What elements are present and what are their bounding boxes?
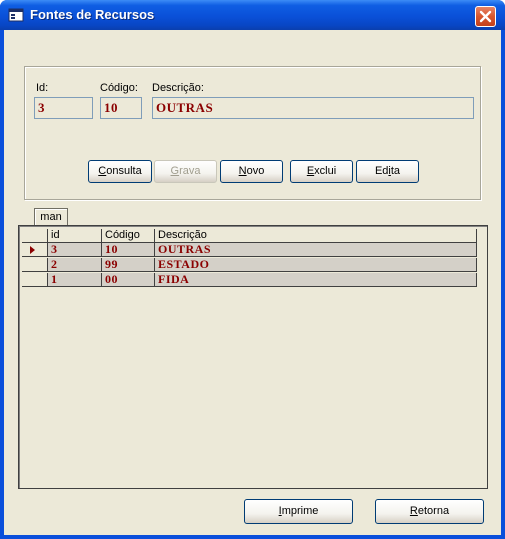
descricao-label: Descrição: — [152, 82, 204, 94]
cell-id[interactable]: 1 — [48, 273, 102, 287]
col-header-descricao[interactable]: Descrição — [155, 229, 477, 243]
form-icon — [8, 8, 24, 22]
cell-descricao[interactable]: OUTRAS — [155, 243, 477, 257]
id-label: Id: — [36, 82, 49, 94]
row-indicator — [22, 243, 48, 257]
cell-codigo[interactable]: 00 — [102, 273, 155, 287]
cell-id[interactable]: 3 — [48, 243, 102, 257]
novo-button[interactable]: Novo — [220, 160, 283, 183]
imprime-button[interactable]: Imprime — [244, 499, 353, 524]
window-title: Fontes de Recursos — [30, 7, 155, 22]
grava-button[interactable]: Grava — [154, 160, 217, 183]
client-area: Id: Código: Descrição: 3 10 OUTRAS Consu… — [4, 30, 501, 535]
close-icon — [479, 10, 492, 23]
row-indicator — [22, 273, 48, 287]
codigo-field[interactable]: 10 — [100, 97, 142, 119]
col-header-codigo[interactable]: Código — [102, 229, 155, 243]
cell-descricao[interactable]: ESTADO — [155, 258, 477, 272]
edita-button[interactable]: Edita — [356, 160, 419, 183]
exclui-button[interactable]: Exclui — [290, 160, 353, 183]
man-tab[interactable]: man — [34, 208, 68, 225]
cell-codigo[interactable]: 99 — [102, 258, 155, 272]
records-grid[interactable]: id Código Descrição 3 10 OUTRAS 2 99 EST… — [18, 225, 488, 489]
indicator-header — [22, 229, 48, 243]
consulta-button[interactable]: Consulta — [88, 160, 152, 183]
retorna-button[interactable]: Retorna — [375, 499, 484, 524]
cell-descricao[interactable]: FIDA — [155, 273, 477, 287]
current-record-arrow-icon — [30, 246, 35, 254]
cell-id[interactable]: 2 — [48, 258, 102, 272]
col-header-id[interactable]: id — [48, 229, 102, 243]
codigo-label: Código: — [100, 82, 138, 94]
main-window: Fontes de Recursos Id: Código: Descrição… — [0, 0, 505, 539]
cell-codigo[interactable]: 10 — [102, 243, 155, 257]
title-bar[interactable]: Fontes de Recursos — [0, 0, 505, 30]
id-field[interactable]: 3 — [34, 97, 93, 119]
descricao-field[interactable]: OUTRAS — [152, 97, 474, 119]
row-indicator — [22, 258, 48, 272]
close-button[interactable] — [475, 6, 496, 27]
